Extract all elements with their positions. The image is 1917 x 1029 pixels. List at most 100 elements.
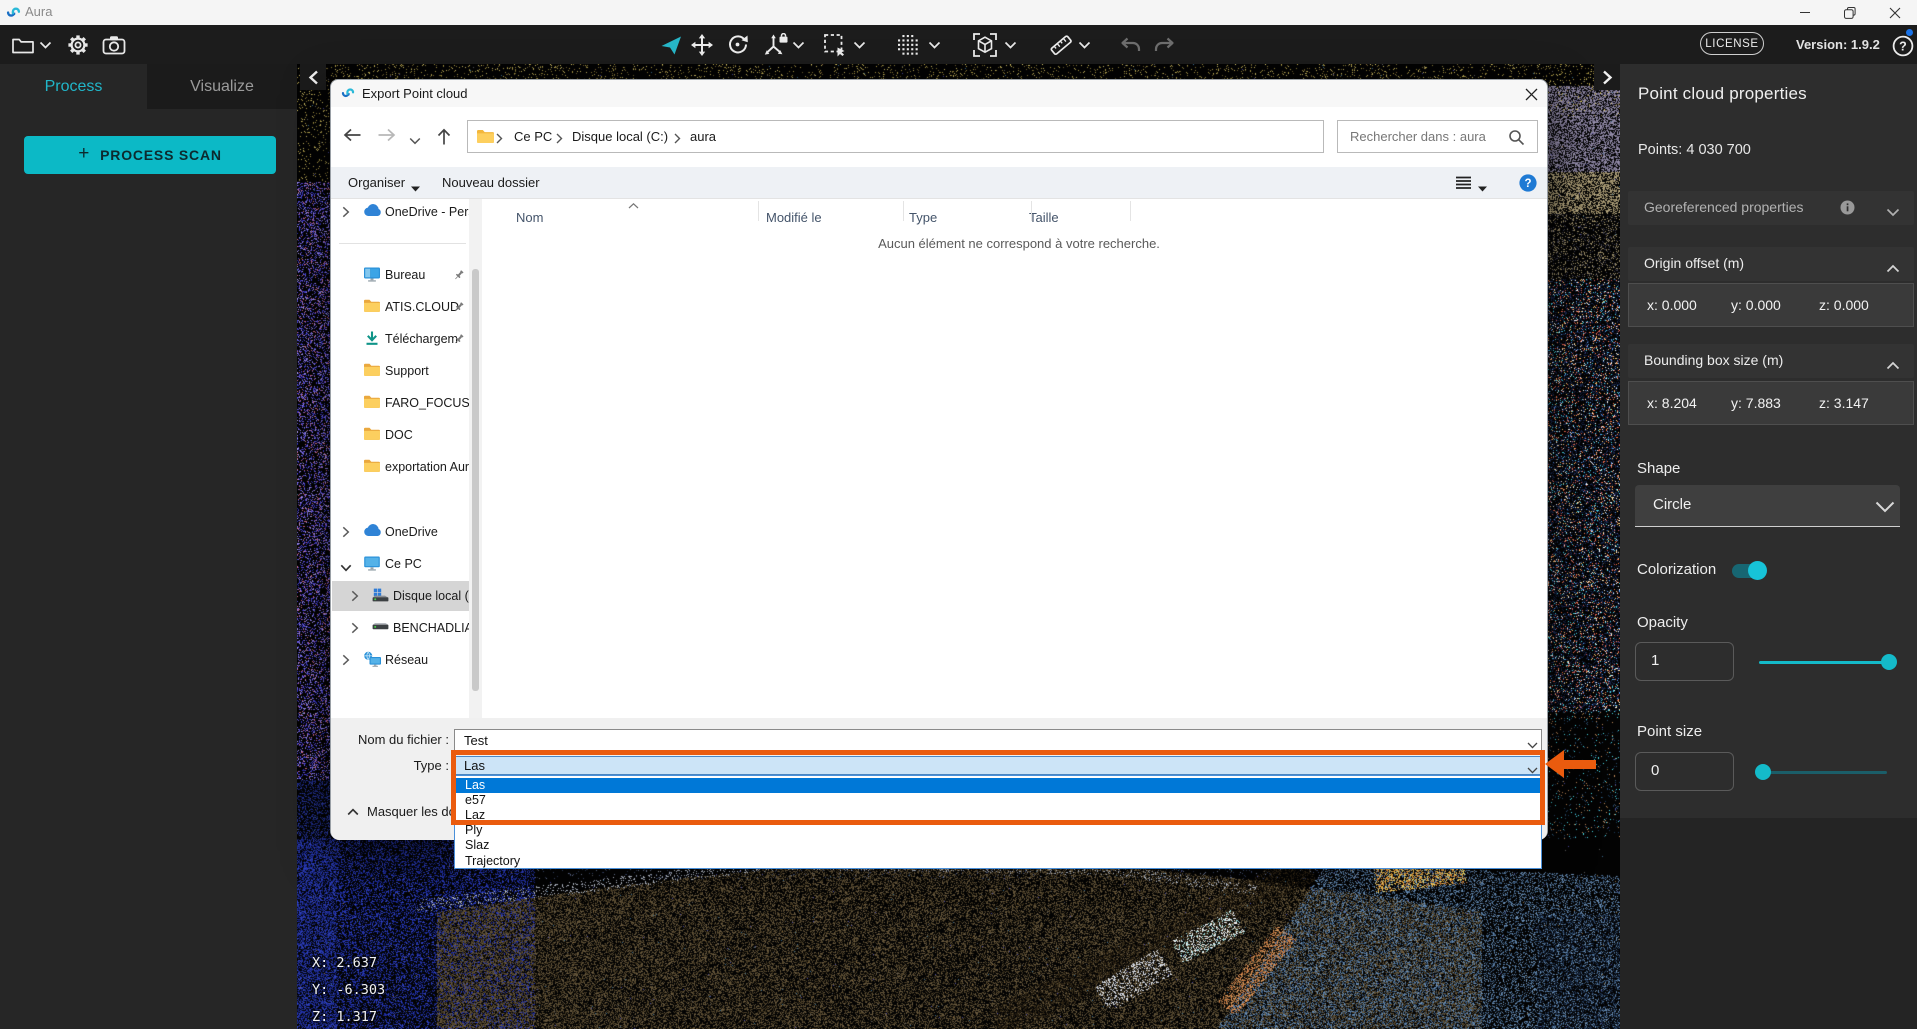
tab-process[interactable]: Process [0, 64, 147, 109]
point-size-slider[interactable] [1761, 771, 1887, 774]
tool-bounding-box-icon[interactable] [972, 25, 998, 64]
tree-item[interactable]: OneDrive [332, 517, 469, 547]
open-project-button[interactable] [11, 25, 35, 64]
tree-item[interactable]: OneDrive - Perso [332, 199, 469, 227]
tool-navigate-icon[interactable] [660, 25, 682, 64]
tool-point-density-caret-icon[interactable] [928, 25, 941, 64]
tool-rect-select-caret-icon[interactable] [853, 25, 866, 64]
history-chevron-icon[interactable] [409, 133, 421, 148]
tool-measure-caret-icon[interactable] [1078, 25, 1091, 64]
tree-item-label: ATIS.CLOUD [385, 300, 459, 314]
collapse-left-panel-button[interactable] [300, 64, 326, 90]
address-bar[interactable]: Ce PC Disque local (C:) aura [467, 120, 1324, 153]
help-icon[interactable]: ? [1892, 35, 1914, 57]
views-caret-icon[interactable] [1478, 180, 1487, 195]
tool-pan-icon[interactable] [691, 25, 713, 64]
version-label: Version: 1.9.2 [1796, 37, 1880, 52]
shape-select[interactable]: Circle [1635, 485, 1900, 527]
chevron-right-icon[interactable] [342, 654, 350, 669]
search-box[interactable]: Rechercher dans : aura [1337, 120, 1538, 153]
chevron-right-icon[interactable] [351, 622, 359, 637]
dialog-command-bar: Organiser Nouveau dossier ? [331, 167, 1547, 199]
dropdown-option[interactable]: Trajectory [456, 854, 1540, 869]
tool-redo-icon[interactable] [1152, 25, 1176, 64]
tool-axis-lock-caret-icon[interactable] [792, 25, 805, 64]
dialog-close-icon[interactable] [1523, 86, 1539, 102]
tree-item[interactable]: Bureau [332, 260, 469, 290]
tree-item[interactable]: Support [332, 356, 469, 386]
column-header-taille[interactable]: Taille [1029, 210, 1059, 225]
point-size-slider-thumb[interactable] [1755, 764, 1771, 780]
chevron-right-icon[interactable] [342, 526, 350, 541]
tool-measure-icon[interactable] [1048, 25, 1074, 64]
tree-item-label: OneDrive [385, 525, 438, 539]
open-project-caret-icon[interactable] [39, 25, 52, 64]
filename-input[interactable]: Test [454, 729, 1542, 751]
origin-offset-section[interactable]: Origin offset (m) [1628, 247, 1914, 281]
bbox-x: x: 8.204 [1647, 395, 1697, 411]
tree-item[interactable]: Ce PC [332, 549, 469, 579]
tree-item[interactable]: exportation Aur [332, 452, 469, 482]
column-header-nom[interactable]: Nom [516, 210, 543, 225]
tool-point-density-icon[interactable] [896, 25, 920, 64]
dropdown-option[interactable]: Ply [456, 823, 1540, 838]
tool-bounding-box-caret-icon[interactable] [1004, 25, 1017, 64]
tree-item[interactable]: Réseau [332, 645, 469, 675]
organize-button[interactable]: Organiser [348, 175, 405, 190]
breadcrumb-segment[interactable]: aura [690, 129, 716, 144]
tool-rect-select-icon[interactable] [823, 25, 847, 64]
chevron-up-icon [1886, 260, 1900, 278]
toggle-knob [1748, 561, 1767, 580]
views-icon[interactable] [1456, 176, 1471, 193]
tree-item-label: Téléchargem [385, 332, 458, 346]
tree-item[interactable]: ATIS.CLOUD [332, 292, 469, 322]
chevron-right-icon[interactable] [351, 590, 359, 605]
viewport-3d[interactable]: X: 2.637 Y: -6.303 Z: 1.317 Export Point… [297, 64, 1620, 1029]
point-size-input[interactable]: 0 [1635, 752, 1734, 791]
tree-item[interactable]: Téléchargem [332, 324, 469, 354]
chevron-down-icon[interactable] [340, 560, 352, 575]
os-titlebar: Aura [0, 0, 1917, 25]
screenshot-camera-icon[interactable] [102, 25, 126, 64]
opacity-slider-thumb[interactable] [1881, 654, 1897, 670]
app-toolbar: LICENSE Version: 1.9.2 ? [0, 25, 1917, 64]
tab-visualize[interactable]: Visualize [147, 64, 297, 109]
collapse-right-panel-button[interactable] [1594, 64, 1620, 90]
license-button[interactable]: LICENSE [1700, 32, 1764, 55]
dropdown-option[interactable]: Slaz [456, 838, 1540, 853]
tree-item[interactable]: BENCHADLIA [332, 613, 469, 643]
dialog-help-icon[interactable]: ? [1519, 174, 1537, 195]
network-icon [363, 651, 382, 670]
tree-item[interactable]: Disque local (C:) [332, 581, 469, 611]
settings-gear-icon[interactable] [67, 25, 89, 64]
opacity-input[interactable]: 1 [1635, 642, 1734, 681]
minimize-button[interactable] [1783, 0, 1827, 25]
close-button[interactable] [1873, 0, 1917, 25]
maximize-button[interactable] [1828, 0, 1872, 25]
breadcrumb-segment[interactable]: Ce PC [514, 129, 552, 144]
bounding-box-section[interactable]: Bounding box size (m) [1628, 344, 1914, 378]
process-scan-button[interactable]: + PROCESS SCAN [24, 136, 276, 174]
breadcrumb-segment[interactable]: Disque local (C:) [572, 129, 668, 144]
opacity-slider[interactable] [1759, 661, 1892, 664]
chevron-right-icon[interactable] [342, 206, 350, 221]
svg-text:?: ? [1899, 39, 1907, 53]
up-arrow-icon[interactable] [437, 128, 451, 149]
georeferenced-section[interactable]: Georeferenced properties [1628, 191, 1914, 225]
tree-separator [339, 243, 466, 244]
colorization-toggle[interactable] [1732, 564, 1766, 578]
tree-scrollbar[interactable] [469, 199, 482, 718]
back-arrow-icon[interactable] [343, 128, 362, 145]
chevron-down-icon [1886, 204, 1900, 222]
tool-axis-lock-icon[interactable] [763, 25, 789, 64]
tree-item[interactable]: DOC [332, 420, 469, 450]
left-sidebar: Process Visualize + PROCESS SCAN [0, 64, 297, 1029]
column-header-modifie[interactable]: Modifié le [766, 210, 822, 225]
new-folder-button[interactable]: Nouveau dossier [442, 175, 540, 190]
tool-undo-icon[interactable] [1119, 25, 1143, 64]
info-icon[interactable] [1840, 200, 1855, 220]
tree-item[interactable]: FARO_FOCUS [332, 388, 469, 418]
scrollbar-thumb[interactable] [472, 269, 479, 691]
column-header-type[interactable]: Type [909, 210, 937, 225]
tool-rotate-icon[interactable] [726, 25, 749, 64]
